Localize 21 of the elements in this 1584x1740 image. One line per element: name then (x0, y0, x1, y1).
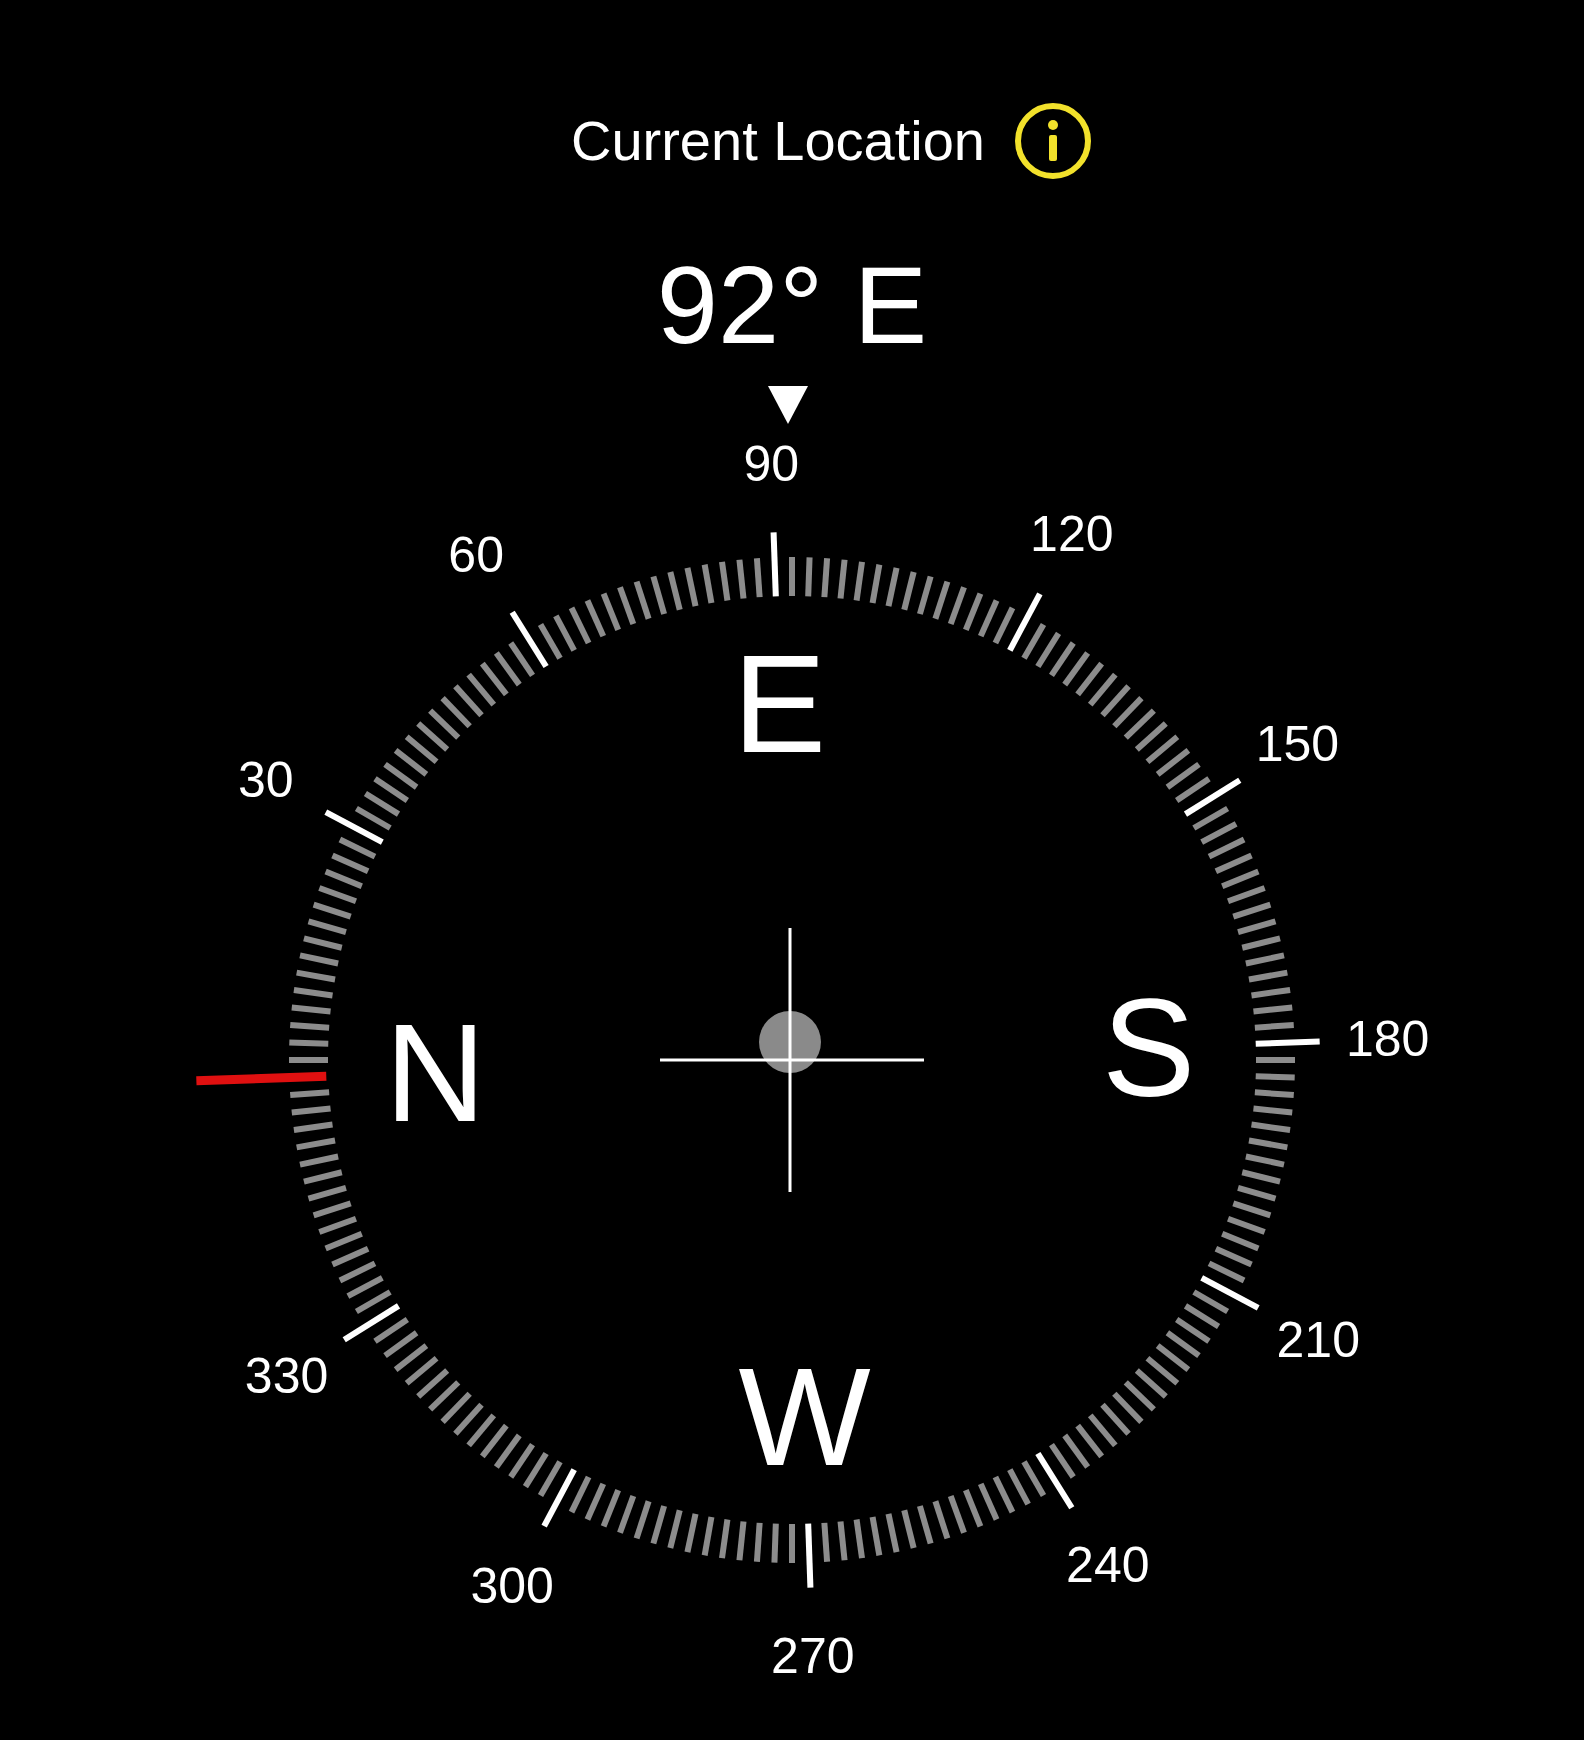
degree-label: 150 (1255, 716, 1340, 773)
cardinal-letter: N (384, 993, 486, 1151)
degree-label: 60 (448, 526, 504, 583)
degree-label: 300 (470, 1558, 554, 1615)
cardinal-letter: E (732, 624, 827, 782)
degree-label: 120 (1030, 505, 1114, 562)
degree-label: 270 (771, 1627, 855, 1684)
heading-reading: 92° E (656, 250, 928, 360)
degree-label: 330 (244, 1347, 329, 1404)
location-title: Current Location (571, 113, 985, 169)
info-button[interactable] (1013, 101, 1093, 181)
degree-label: 180 (1345, 1011, 1430, 1068)
crosshair-icon (660, 928, 924, 1192)
degree-label: 210 (1276, 1311, 1360, 1368)
degree-label: 240 (1066, 1537, 1150, 1594)
pointer-icon (768, 386, 808, 424)
degree-label: 90 (743, 436, 799, 493)
info-icon (1013, 101, 1093, 181)
cardinal-letter: S (1102, 969, 1196, 1127)
degree-label: 30 (237, 752, 294, 809)
cardinal-letter: W (738, 1338, 871, 1496)
